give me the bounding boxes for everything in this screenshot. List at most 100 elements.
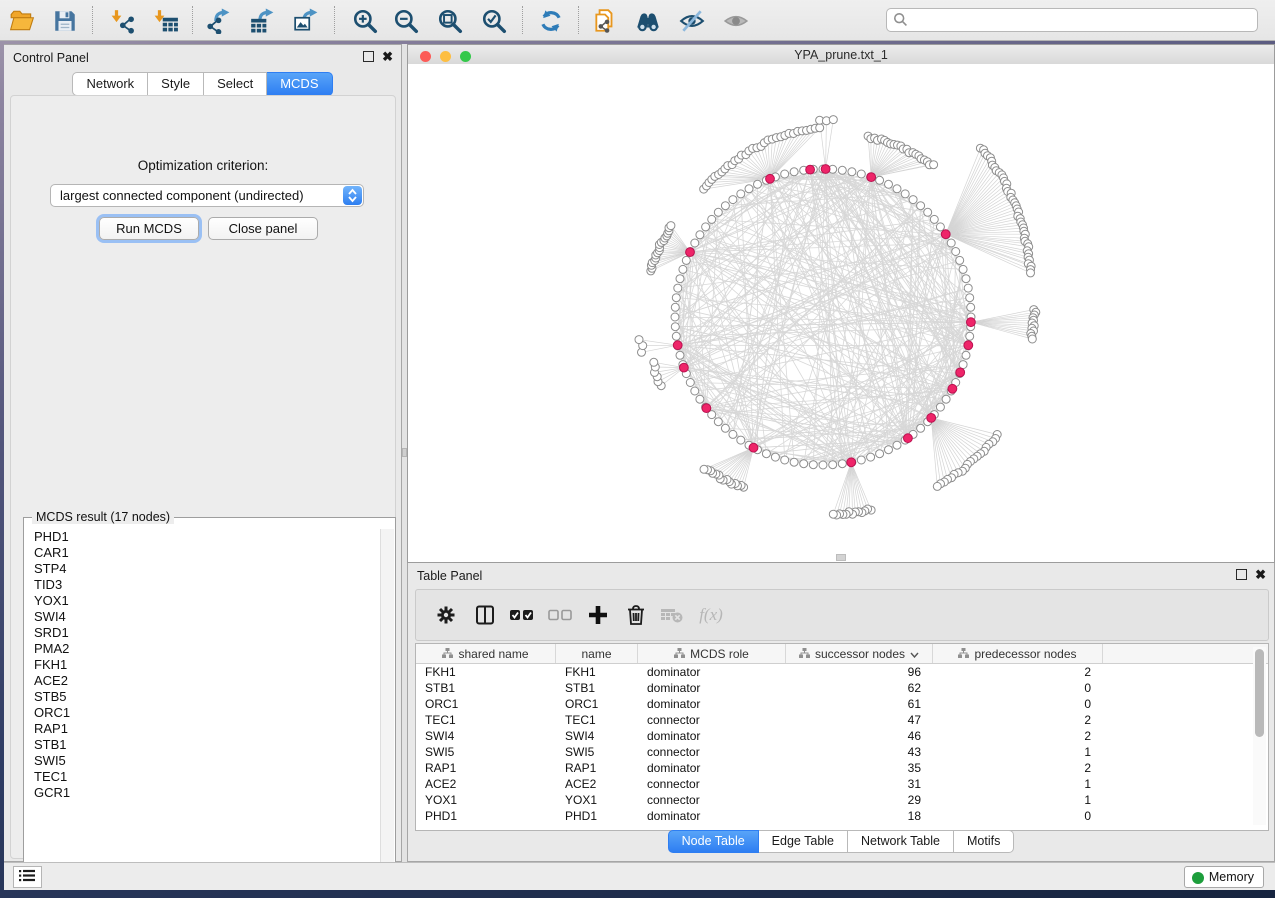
mcds-result-item[interactable]: STB5: [25, 689, 380, 705]
table-cell[interactable]: connector: [638, 712, 786, 728]
column-header-MCDS-role[interactable]: MCDS role: [638, 644, 786, 663]
table-cell[interactable]: 96: [786, 664, 933, 680]
save-session-icon[interactable]: [50, 6, 80, 36]
search-input[interactable]: [886, 8, 1258, 32]
select-all-icon[interactable]: [507, 601, 537, 629]
mcds-result-item[interactable]: PMA2: [25, 641, 380, 657]
zoom-fit-icon[interactable]: [435, 6, 465, 36]
memory-button[interactable]: Memory: [1184, 866, 1264, 888]
float-panel-icon[interactable]: [363, 51, 374, 62]
criterion-dropdown[interactable]: largest connected component (undirected): [50, 184, 364, 207]
deselect-all-icon[interactable]: [545, 601, 575, 629]
export-image-icon[interactable]: [291, 6, 321, 36]
tab-network[interactable]: Network: [72, 72, 148, 96]
table-cell[interactable]: ACE2: [556, 776, 638, 792]
column-header-shared-name[interactable]: shared name: [416, 644, 556, 663]
table-cell[interactable]: FKH1: [556, 664, 638, 680]
table-cell[interactable]: 0: [933, 680, 1103, 696]
export-network-icon[interactable]: [203, 6, 233, 36]
zoom-selected-icon[interactable]: [479, 6, 509, 36]
mcds-result-item[interactable]: GCR1: [25, 785, 380, 801]
import-network-icon[interactable]: [108, 6, 138, 36]
column-header-name[interactable]: name: [556, 644, 638, 663]
mcds-result-item[interactable]: ORC1: [25, 705, 380, 721]
table-cell[interactable]: connector: [638, 776, 786, 792]
network-titlebar[interactable]: YPA_prune.txt_1: [408, 45, 1274, 65]
tab-style[interactable]: Style: [148, 72, 204, 96]
mcds-result-item[interactable]: YOX1: [25, 593, 380, 609]
table-cell[interactable]: 2: [933, 760, 1103, 776]
table-row[interactable]: ACE2ACE2connector311: [416, 776, 1268, 792]
table-cell[interactable]: STB1: [556, 680, 638, 696]
table-cell[interactable]: dominator: [638, 760, 786, 776]
tab-mcds[interactable]: MCDS: [267, 72, 332, 96]
table-cell[interactable]: TEC1: [416, 712, 556, 728]
mcds-result-item[interactable]: SRD1: [25, 625, 380, 641]
mcds-list-scrollbar[interactable]: [380, 529, 394, 884]
zoom-out-icon[interactable]: [391, 6, 421, 36]
table-cell[interactable]: dominator: [638, 808, 786, 824]
table-cell[interactable]: 43: [786, 744, 933, 760]
table-cell[interactable]: 2: [933, 728, 1103, 744]
mcds-result-item[interactable]: PHD1: [25, 529, 380, 545]
table-cell[interactable]: dominator: [638, 728, 786, 744]
table-row[interactable]: PHD1PHD1dominator180: [416, 808, 1268, 824]
tab-motifs[interactable]: Motifs: [954, 830, 1014, 853]
mcds-result-item[interactable]: TEC1: [25, 769, 380, 785]
table-cell[interactable]: 0: [933, 696, 1103, 712]
table-cell[interactable]: dominator: [638, 696, 786, 712]
mcds-result-item[interactable]: RAP1: [25, 721, 380, 737]
table-cell[interactable]: SWI4: [556, 728, 638, 744]
close-panel-icon[interactable]: ✖: [382, 52, 393, 61]
mcds-result-item[interactable]: FKH1: [25, 657, 380, 673]
table-cell[interactable]: SWI5: [416, 744, 556, 760]
table-cell[interactable]: connector: [638, 792, 786, 808]
delete-icon[interactable]: [621, 601, 651, 629]
table-cell[interactable]: FKH1: [416, 664, 556, 680]
open-session-icon[interactable]: [7, 6, 37, 36]
mcds-result-item[interactable]: TID3: [25, 577, 380, 593]
table-cell[interactable]: ACE2: [416, 776, 556, 792]
table-cell[interactable]: SWI4: [416, 728, 556, 744]
zoom-in-icon[interactable]: [350, 6, 380, 36]
float-panel-icon[interactable]: [1236, 569, 1247, 580]
table-cell[interactable]: connector: [638, 744, 786, 760]
table-cell[interactable]: 35: [786, 760, 933, 776]
table-cell[interactable]: 1: [933, 744, 1103, 760]
show-all-icon[interactable]: [721, 6, 751, 36]
table-cell[interactable]: SWI5: [556, 744, 638, 760]
mcds-result-list[interactable]: PHD1CAR1STP4TID3YOX1SWI4SRD1PMA2FKH1ACE2…: [25, 529, 380, 884]
mcds-result-item[interactable]: CAR1: [25, 545, 380, 561]
search-network-icon[interactable]: [633, 6, 663, 36]
table-cell[interactable]: 18: [786, 808, 933, 824]
tab-network-table[interactable]: Network Table: [848, 830, 954, 853]
mcds-result-item[interactable]: STB1: [25, 737, 380, 753]
hide-selected-icon[interactable]: [677, 6, 707, 36]
table-cell[interactable]: 61: [786, 696, 933, 712]
mcds-result-item[interactable]: STP4: [25, 561, 380, 577]
horizontal-splitter-grip[interactable]: [836, 554, 846, 561]
table-cell[interactable]: ORC1: [556, 696, 638, 712]
table-row[interactable]: FKH1FKH1dominator962: [416, 664, 1268, 680]
refresh-icon[interactable]: [536, 6, 566, 36]
table-cell[interactable]: 31: [786, 776, 933, 792]
table-scrollbar[interactable]: [1253, 647, 1266, 825]
scrollbar-thumb[interactable]: [1255, 649, 1264, 737]
table-cell[interactable]: dominator: [638, 664, 786, 680]
mcds-result-item[interactable]: ACE2: [25, 673, 380, 689]
mcds-result-item[interactable]: SWI5: [25, 753, 380, 769]
mcds-result-item[interactable]: SWI4: [25, 609, 380, 625]
table-row[interactable]: RAP1RAP1dominator352: [416, 760, 1268, 776]
tab-select[interactable]: Select: [204, 72, 267, 96]
clone-network-icon[interactable]: [590, 6, 620, 36]
table-row[interactable]: STB1STB1dominator620: [416, 680, 1268, 696]
table-cell[interactable]: 0: [933, 808, 1103, 824]
network-graph[interactable]: [408, 64, 1274, 562]
table-cell[interactable]: RAP1: [556, 760, 638, 776]
table-cell[interactable]: 1: [933, 792, 1103, 808]
table-settings-icon[interactable]: [431, 601, 461, 629]
column-header-successor-nodes[interactable]: successor nodes: [786, 644, 933, 663]
table-cell[interactable]: PHD1: [416, 808, 556, 824]
table-cell[interactable]: 47: [786, 712, 933, 728]
table-cell[interactable]: RAP1: [416, 760, 556, 776]
